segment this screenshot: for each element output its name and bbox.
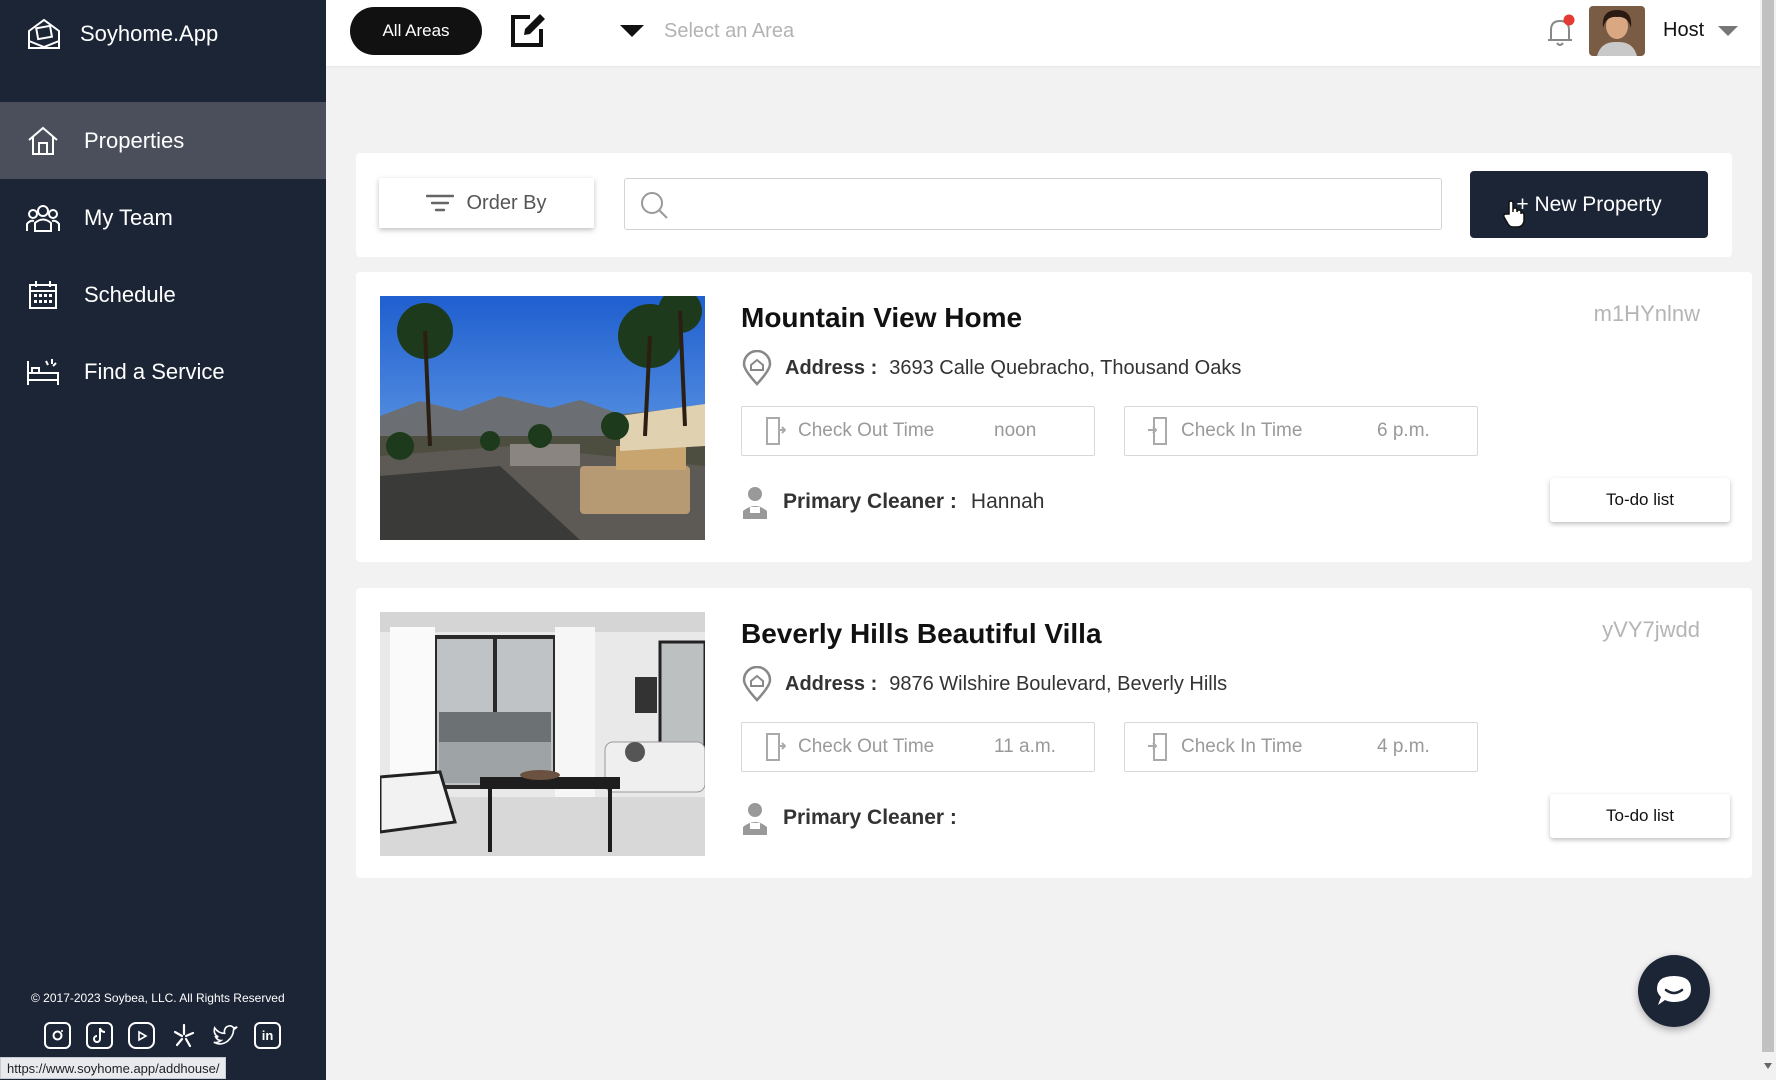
calendar-icon [26,278,60,312]
primary-cleaner-label: Primary Cleaner : [783,490,957,513]
door-enter-icon [1148,417,1167,445]
cleaner-icon [743,803,767,835]
chat-widget-button[interactable] [1638,955,1710,1027]
user-role-label: Host [1663,19,1705,41]
scroll-down-arrow-icon[interactable] [1764,1063,1772,1069]
check-out-value: noon [994,420,1037,441]
property-address: Address : 9876 Wilshire Boulevard, Bever… [741,666,1227,702]
brand-name: Soyhome.App [80,21,219,46]
copyright-text: © 2017-2023 Soybea, LLC. All Rights Rese… [31,991,285,1005]
tiktok-icon[interactable] [86,1022,113,1049]
youtube-icon[interactable] [128,1022,155,1049]
location-pin-icon [742,666,772,702]
property-title[interactable]: Mountain View Home [741,302,1022,334]
sidebar-item-schedule[interactable]: Schedule [0,256,326,333]
chevron-down-icon [1718,25,1739,36]
area-select-placeholder: Select an Area [664,19,795,42]
sidebar-item-find-a-service[interactable]: Find a Service [0,333,326,410]
door-enter-icon [1148,733,1167,761]
status-bar-url: https://www.soyhome.app/addhouse/ [0,1057,227,1079]
check-out-time: Check Out Time noon [741,406,1095,456]
brand-logo[interactable]: Soyhome.App [26,14,218,54]
notification-bell-icon[interactable] [1544,14,1578,48]
home-icon [26,124,60,158]
check-in-label: Check In Time [1181,420,1303,441]
area-select[interactable]: Select an Area [620,14,794,48]
house-logo-icon [28,18,60,49]
door-exit-icon [766,733,786,761]
primary-cleaner: Primary Cleaner : Hannah [741,485,1044,519]
property-title[interactable]: Beverly Hills Beautiful Villa [741,618,1102,650]
check-in-label: Check In Time [1181,736,1303,757]
sidebar: Soyhome.App Properties My Team Schedule … [0,0,326,1080]
primary-cleaner-label: Primary Cleaner : [783,806,957,829]
property-photo[interactable] [380,612,705,856]
order-by-label: Order By [466,191,547,214]
hand-pointer-icon [1503,200,1525,228]
team-icon [26,201,60,235]
sidebar-item-properties[interactable]: Properties [0,102,326,179]
address-value: 3693 Calle Quebracho, Thousand Oaks [889,356,1242,379]
chat-bubble-icon [1657,976,1691,1005]
todo-list-button[interactable]: To-do list [1550,794,1730,838]
property-code: m1HYnlnw [1593,301,1700,326]
location-pin-icon [742,350,772,386]
todo-list-button[interactable]: To-do list [1550,478,1730,522]
search-input[interactable] [679,185,1429,223]
instagram-icon[interactable] [44,1022,71,1049]
check-out-time: Check Out Time 11 a.m. [741,722,1095,772]
order-by-button[interactable]: Order By [379,178,594,228]
check-in-time: Check In Time 4 p.m. [1124,722,1478,772]
edit-icon[interactable] [507,9,549,51]
search-icon [641,192,668,219]
sidebar-item-label: Properties [84,127,185,153]
sidebar-nav: Properties My Team Schedule Find a Servi… [0,102,326,410]
check-out-label: Check Out Time [798,736,935,757]
sidebar-item-label: Find a Service [84,358,225,384]
search-panel: Order By + New Property [356,153,1732,257]
check-in-time: Check In Time 6 p.m. [1124,406,1478,456]
primary-cleaner-value: Hannah [970,490,1045,513]
address-label: Address : [785,672,878,695]
check-out-label: Check Out Time [798,420,935,441]
search-field[interactable] [624,178,1442,230]
sidebar-item-label: My Team [84,204,173,230]
property-card: Beverly Hills Beautiful Villa yVY7jwdd A… [356,588,1752,878]
caret-down-icon [620,25,644,37]
cleaner-icon [743,487,767,519]
property-address: Address : 3693 Calle Quebracho, Thousand… [741,350,1241,386]
top-bar: All Areas Select an Area Host [326,0,1760,66]
yelp-icon[interactable] [170,1022,197,1049]
sidebar-item-my-team[interactable]: My Team [0,179,326,256]
user-menu[interactable]: Host [1663,19,1739,42]
avatar[interactable] [1589,6,1645,56]
primary-cleaner: Primary Cleaner : [741,801,971,835]
sidebar-item-label: Schedule [84,281,176,307]
all-areas-button[interactable]: All Areas [350,7,482,55]
address-value: 9876 Wilshire Boulevard, Beverly Hills [889,672,1228,695]
twitter-icon[interactable] [212,1022,239,1049]
page-scrollbar[interactable] [1760,0,1776,1080]
property-card: Mountain View Home m1HYnlnw Address : 36… [356,272,1752,562]
check-in-value: 6 p.m. [1377,420,1430,441]
property-code: yVY7jwdd [1602,617,1700,642]
check-out-value: 11 a.m. [994,736,1056,757]
social-links: in [44,1022,281,1049]
linkedin-icon[interactable]: in [254,1022,281,1049]
filter-icon [426,194,455,212]
address-label: Address : [785,356,878,379]
service-icon [26,355,60,389]
check-in-value: 4 p.m. [1377,736,1430,757]
property-photo[interactable] [380,296,705,540]
scrollbar-thumb[interactable] [1762,0,1774,1052]
door-exit-icon [766,417,786,445]
